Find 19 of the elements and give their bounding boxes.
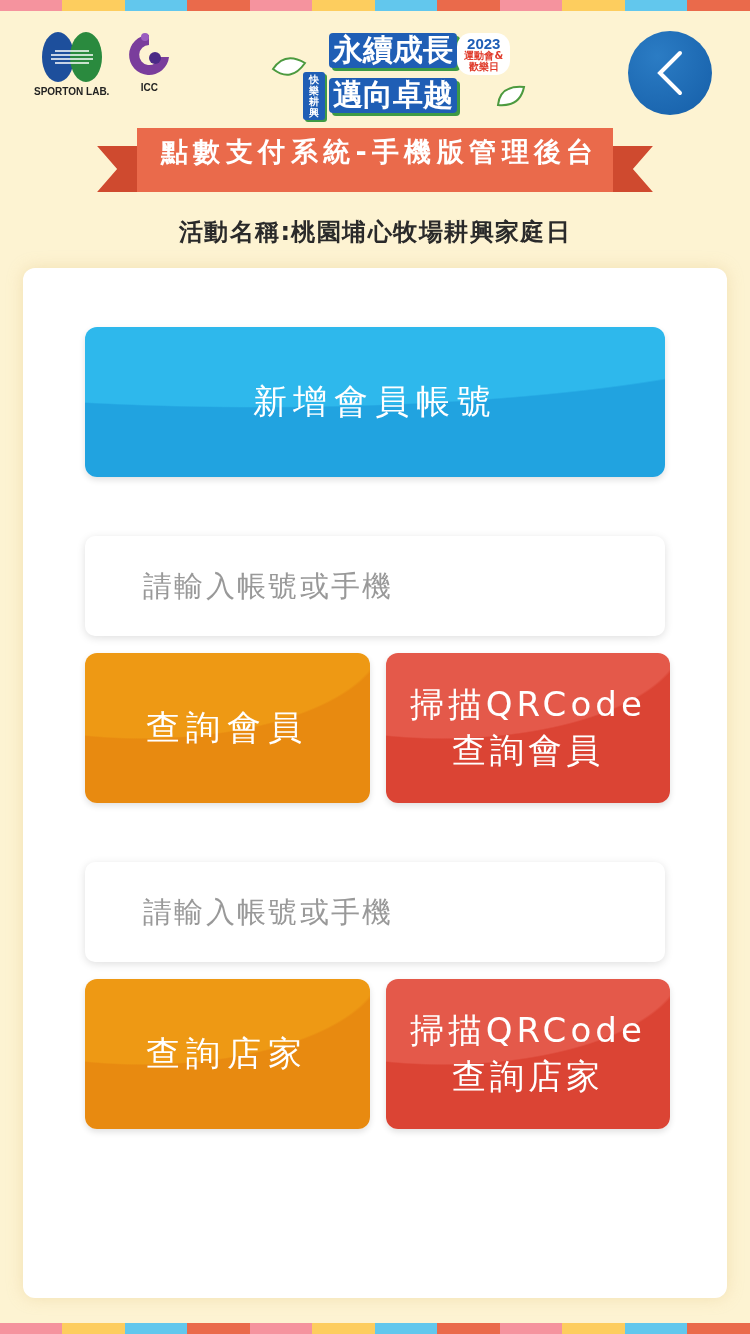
logo-title: 邁向卓越 — [329, 78, 458, 113]
page-title: 點數支付系統-手機版管理後台 — [137, 128, 613, 192]
logo-label: ICC — [140, 83, 158, 93]
activity-name: 活動名稱:桃園埔心牧場耕興家庭日 — [178, 217, 572, 248]
query-button[interactable]: 查詢會員 — [85, 653, 370, 803]
logo-label: SPORTON LAB. — [34, 87, 110, 97]
search-field[interactable]: 請輸入帳號或手機 — [85, 536, 665, 636]
leaf-icon — [496, 83, 527, 109]
query-button[interactable]: 查詢店家 — [85, 979, 370, 1129]
scan-button[interactable]: 掃描QRCode 查詢店家 — [385, 979, 670, 1129]
badge-text: 運動會& 歡樂日 — [464, 51, 504, 72]
badge-year: 2023 — [467, 36, 501, 51]
logo-title: 永續成長 — [329, 33, 458, 68]
sporton-logo-icon — [40, 31, 103, 83]
chevron-left-icon — [655, 50, 685, 96]
search-field[interactable]: 請輸入帳號或手機 — [85, 862, 665, 962]
logo-tag: 快樂耕興 — [303, 71, 326, 120]
scan-button[interactable]: 掃描QRCode 查詢會員 — [385, 653, 670, 803]
add-member-button[interactable]: 新增會員帳號 — [85, 327, 665, 477]
